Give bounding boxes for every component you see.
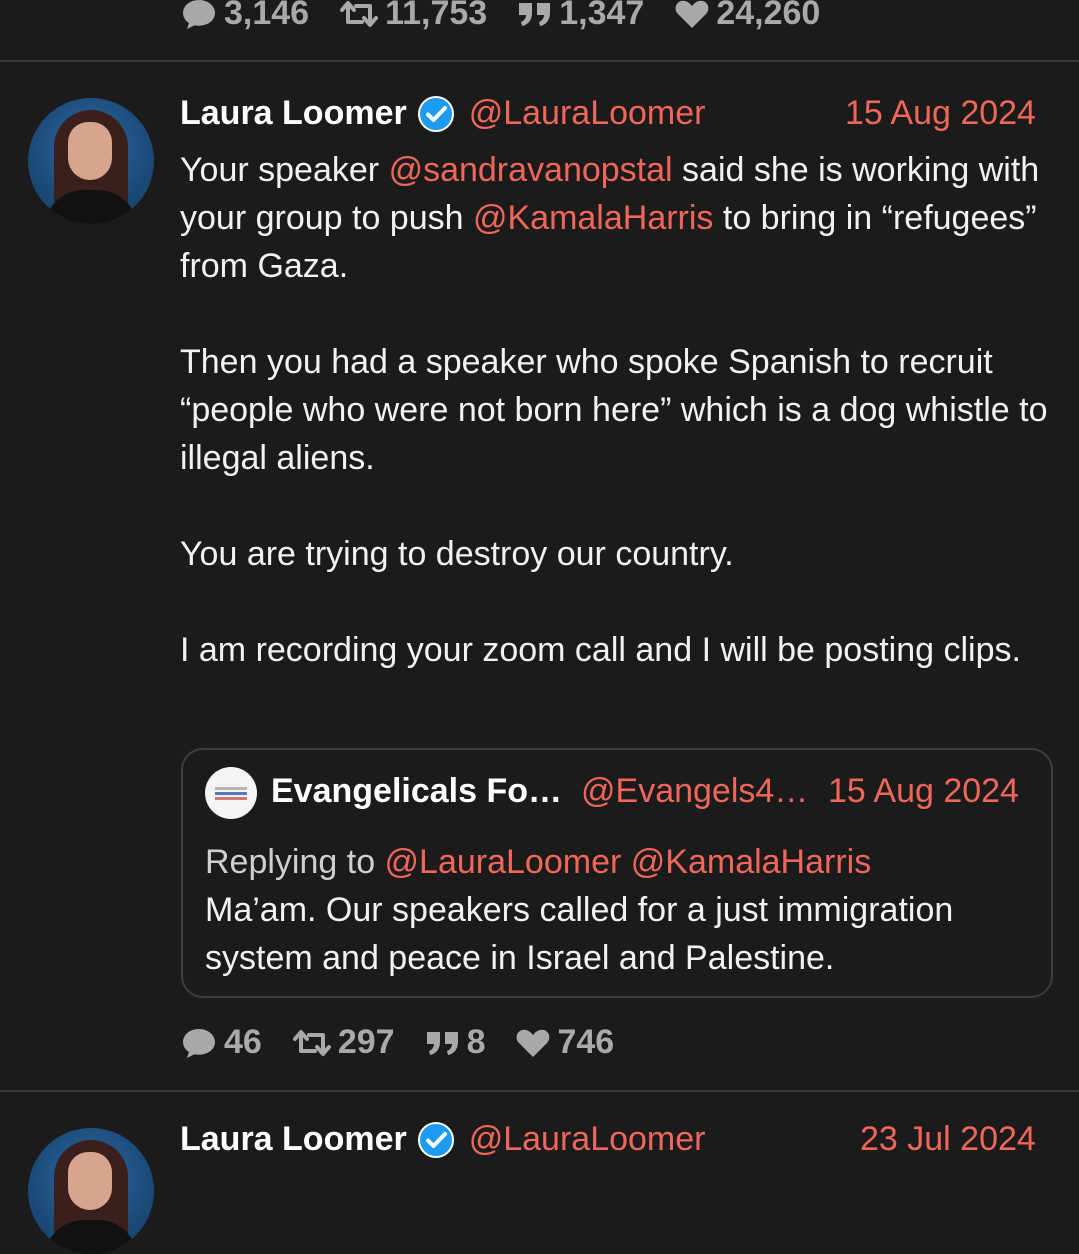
paragraph-1: Your speaker @sandravanopstal said she i… [180, 151, 1040, 285]
retweet-stat[interactable]: 11,753 [339, 0, 487, 33]
tweet-stats: 46 297 8 746 [180, 1023, 614, 1062]
quoted-tweet[interactable]: Evangelicals Fo… @Evangels4… 15 Aug 2024… [181, 748, 1053, 998]
verified-badge-icon [417, 1121, 454, 1158]
avatar[interactable] [28, 98, 154, 224]
mention-link[interactable]: @LauraLoomer [385, 843, 622, 881]
avatar[interactable] [28, 1128, 154, 1254]
retweet-count: 11,753 [385, 0, 488, 32]
tweet-header: Laura Loomer @LauraLoomer [180, 94, 705, 133]
paragraph-2: Then you had a speaker who spoke Spanish… [180, 343, 1048, 477]
quoted-author-name[interactable]: Evangelicals Fo… [271, 772, 562, 811]
author-name[interactable]: Laura Loomer [180, 94, 407, 133]
mention-link[interactable]: @KamalaHarris [473, 199, 713, 237]
like-count: 746 [557, 1023, 615, 1061]
tweet-divider [0, 1090, 1079, 1092]
like-stat[interactable]: 746 [515, 1023, 614, 1062]
like-icon [675, 0, 709, 28]
quoted-text: Ma’am. Our speakers called for a just im… [205, 891, 954, 977]
author-name[interactable]: Laura Loomer [180, 1120, 407, 1159]
tweet-header: Laura Loomer @LauraLoomer [180, 1120, 705, 1159]
retweet-stat[interactable]: 297 [292, 1023, 395, 1062]
tweet-date[interactable]: 23 Jul 2024 [860, 1120, 1036, 1159]
tweet-divider [0, 60, 1079, 62]
quoted-body: Replying to @LauraLoomer @KamalaHarris M… [205, 838, 1035, 982]
retweet-count: 297 [337, 1023, 395, 1061]
quote-count: 8 [466, 1023, 486, 1061]
quote-count: 1,347 [559, 0, 645, 32]
quote-icon [426, 1031, 458, 1055]
reply-icon [183, 0, 215, 29]
mention-link[interactable]: @KamalaHarris [631, 843, 871, 881]
like-icon [517, 1029, 550, 1057]
quote-stat[interactable]: 1,347 [517, 0, 644, 33]
paragraph-4: I am recording your zoom call and I will… [180, 631, 1021, 669]
retweet-icon [292, 1029, 331, 1056]
tweet-text: Your speaker @sandravanopstal said she i… [180, 146, 1060, 674]
reply-stat[interactable]: 46 [180, 1023, 262, 1062]
replying-to: Replying to @LauraLoomer @KamalaHarris [205, 843, 872, 881]
quoted-avatar[interactable] [205, 767, 257, 819]
reply-count: 3,146 [224, 0, 310, 32]
author-handle[interactable]: @LauraLoomer [469, 94, 706, 133]
quote-stat[interactable]: 8 [425, 1023, 486, 1062]
quoted-author-handle[interactable]: @Evangels4… [581, 772, 808, 811]
reply-count: 46 [224, 1023, 262, 1061]
retweet-icon [340, 0, 379, 27]
verified-badge-icon [417, 95, 454, 132]
mention-link[interactable]: @sandravanopstal [389, 151, 673, 189]
author-handle[interactable]: @LauraLoomer [469, 1120, 706, 1159]
reply-icon [183, 1028, 215, 1058]
paragraph-3: You are trying to destroy our country. [180, 535, 734, 573]
quoted-date[interactable]: 15 Aug 2024 [828, 772, 1019, 811]
like-count: 24,260 [716, 0, 821, 32]
reply-stat[interactable]: 3,146 [180, 0, 309, 33]
like-stat[interactable]: 24,260 [674, 0, 820, 33]
top-tweet-stats: 3,146 11,753 1,347 24,260 [180, 0, 820, 33]
quote-icon [519, 2, 551, 26]
tweet-date[interactable]: 15 Aug 2024 [845, 94, 1036, 133]
